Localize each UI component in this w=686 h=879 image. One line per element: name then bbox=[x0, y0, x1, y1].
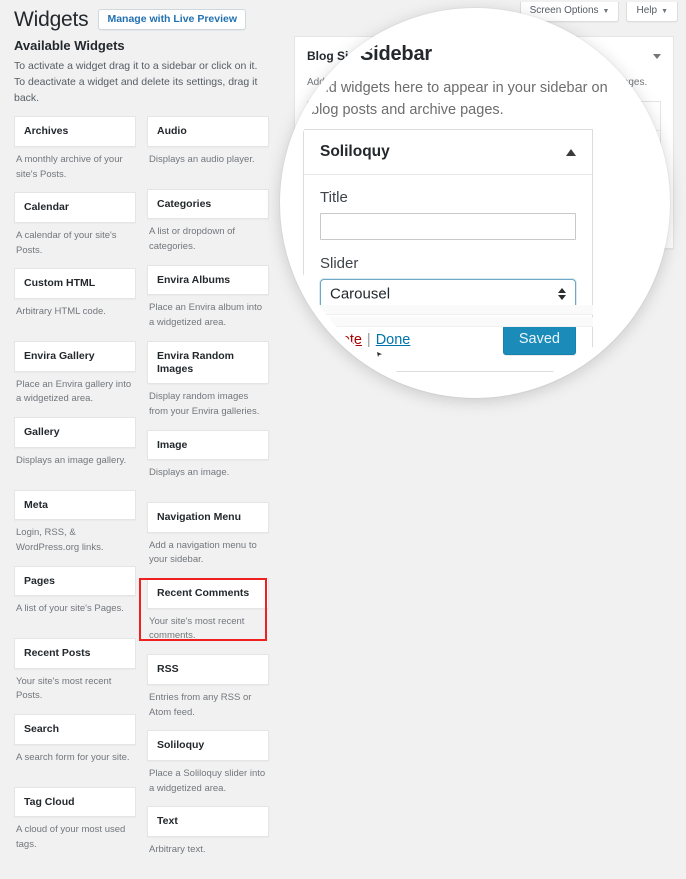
widget-card-title: Envira Gallery bbox=[14, 340, 136, 372]
widget-card-description: Displays an audio player. bbox=[149, 153, 255, 165]
widget-action-links: Delete | Done bbox=[320, 332, 410, 348]
widget-card[interactable]: Pages A list of your site's Pages. bbox=[14, 565, 136, 633]
page-header: Widgets Manage with Live Preview bbox=[14, 8, 247, 31]
links-separator: | bbox=[366, 331, 371, 348]
widget-card-title: Text bbox=[147, 806, 269, 837]
widget-card[interactable]: Envira Albums Place an Envira album into … bbox=[147, 264, 269, 335]
widget-card[interactable]: Calendar A calendar of your site's Posts. bbox=[14, 192, 136, 262]
widget-card-description: Displays an image. bbox=[149, 467, 230, 479]
widget-card[interactable]: Categories A list or dropdown of categori… bbox=[147, 188, 269, 259]
widget-card-description: A list or dropdown of categories. bbox=[149, 226, 236, 253]
magnifier-lens: Blog Sidebar Add widgets here to appear … bbox=[280, 8, 670, 398]
widget-card-description: A calendar of your site's Posts. bbox=[16, 229, 117, 256]
widget-card[interactable]: Recent Posts Your site's most recent Post… bbox=[14, 638, 136, 708]
widget-card[interactable]: Search A search form for your site. bbox=[14, 714, 136, 781]
widget-card-description: Your site's most recent Posts. bbox=[16, 675, 112, 702]
widget-card-title: RSS bbox=[147, 654, 269, 685]
widget-card-title: Pages bbox=[14, 565, 136, 597]
widget-card-description: Add a navigation menu to your sidebar. bbox=[149, 539, 257, 566]
widget-card-description: Arbitrary text. bbox=[149, 843, 206, 855]
soliloquy-widget-card: Soliloquy Title Slider Carousel Delete |… bbox=[303, 129, 593, 372]
widget-card-title: Audio bbox=[147, 116, 269, 147]
help-label: Help bbox=[636, 5, 658, 16]
magnified-blog-sidebar-description: Add widgets here to appear in your sideb… bbox=[311, 80, 608, 119]
magnified-content: Blog Sidebar Add widgets here to appear … bbox=[289, 17, 661, 389]
arrow-up-icon bbox=[558, 288, 566, 293]
widget-card-description: Displays an image gallery. bbox=[16, 454, 127, 466]
slider-select-value: Carousel bbox=[330, 285, 391, 303]
widget-card-description: Your site's most recent comments. bbox=[149, 615, 245, 642]
soliloquy-widget-actions: Delete | Done Saved bbox=[320, 325, 576, 355]
screen-options-label: Screen Options bbox=[529, 5, 599, 16]
widget-card-description: A list of your site's Pages. bbox=[16, 603, 124, 615]
widget-card-description: A monthly archive of your site's Posts. bbox=[16, 153, 123, 180]
widget-card-title: Search bbox=[14, 714, 136, 745]
sidebar-row-placeholder bbox=[303, 317, 593, 327]
widget-card-description: Place an Envira gallery into a widgetize… bbox=[16, 378, 132, 405]
widget-card-title: Image bbox=[147, 429, 269, 461]
widget-grid: Archives A monthly archive of your site's… bbox=[14, 116, 274, 879]
widget-card-title: Navigation Menu bbox=[147, 502, 269, 533]
delete-link[interactable]: Delete bbox=[320, 332, 362, 348]
done-link[interactable]: Done bbox=[376, 332, 411, 348]
available-widgets-description: To activate a widget drag it to a sideba… bbox=[14, 60, 258, 104]
widget-card-description: A search form for your site. bbox=[16, 751, 130, 763]
soliloquy-widget-header[interactable]: Soliloquy bbox=[304, 130, 592, 175]
widget-column-left: Archives A monthly archive of your site's… bbox=[14, 116, 136, 879]
arrow-down-icon bbox=[558, 295, 566, 300]
widget-card-title: Recent Posts bbox=[14, 638, 136, 669]
widget-card[interactable]: RSS Entries from any RSS or Atom feed. bbox=[147, 654, 269, 724]
widget-card[interactable]: Custom HTML Arbitrary HTML code. bbox=[14, 268, 136, 335]
widget-card-title: Gallery bbox=[14, 416, 136, 448]
widget-card[interactable]: Envira Random Images Display random image… bbox=[147, 340, 269, 424]
widget-card-title: Recent Comments bbox=[147, 578, 269, 609]
manage-with-live-preview-button[interactable]: Manage with Live Preview bbox=[98, 8, 247, 31]
widget-card[interactable]: Gallery Displays an image gallery. bbox=[14, 416, 136, 484]
soliloquy-widget-body: Title Slider Carousel Delete | Done Save… bbox=[304, 175, 592, 371]
widget-card-description: Login, RSS, & WordPress.org links. bbox=[16, 527, 104, 553]
widget-card-title: Meta bbox=[14, 489, 136, 521]
page-title: Widgets bbox=[14, 8, 89, 31]
widget-card-description: Display random images from your Envira g… bbox=[149, 391, 260, 417]
widget-card[interactable]: Tag Cloud A cloud of your most used tags. bbox=[14, 786, 136, 857]
chevron-down-icon: ▼ bbox=[661, 8, 668, 15]
widget-card[interactable]: Envira Gallery Place an Envira gallery in… bbox=[14, 340, 136, 411]
sidebar-row-placeholder bbox=[303, 305, 593, 315]
widget-card-title: Tag Cloud bbox=[14, 786, 136, 818]
widget-card[interactable]: Audio Displays an audio player. bbox=[147, 116, 269, 183]
title-input[interactable] bbox=[320, 213, 576, 240]
widget-column-right: Audio Displays an audio player. Categories… bbox=[147, 116, 269, 879]
widget-card[interactable]: Recent Comments Your site's most recent c… bbox=[147, 578, 269, 648]
widget-card[interactable]: Archives A monthly archive of your site's… bbox=[14, 116, 136, 186]
widget-card-title: Soliloquy bbox=[147, 730, 269, 761]
widget-card-title: Envira Random Images bbox=[147, 340, 269, 385]
soliloquy-widget-title: Soliloquy bbox=[320, 143, 390, 160]
saved-button[interactable]: Saved bbox=[502, 325, 576, 355]
widget-card-description: A cloud of your most used tags. bbox=[16, 824, 126, 851]
chevron-down-icon: ▼ bbox=[602, 8, 610, 15]
widget-card-description: Place an Envira album into a widgetized … bbox=[149, 302, 263, 329]
widget-card-title: Categories bbox=[147, 188, 269, 220]
widget-card-description: Entries from any RSS or Atom feed. bbox=[149, 691, 252, 718]
slider-field-label: Slider bbox=[320, 255, 359, 272]
widget-card[interactable]: Image Displays an image. bbox=[147, 429, 269, 497]
widget-card-title: Archives bbox=[14, 116, 136, 147]
magnified-blog-sidebar-header: Blog Sidebar bbox=[311, 43, 661, 66]
title-field-label: Title bbox=[320, 189, 348, 206]
available-widgets-section: Available Widgets To activate a widget d… bbox=[14, 38, 274, 879]
chevron-up-icon[interactable] bbox=[566, 148, 576, 156]
widget-card[interactable]: Navigation Menu Add a navigation menu to … bbox=[147, 502, 269, 572]
widget-card-title: Custom HTML bbox=[14, 268, 136, 299]
widget-card[interactable]: Soliloquy Place a Soliloquy slider into a… bbox=[147, 730, 269, 800]
widget-card[interactable]: Text Arbitrary text. bbox=[147, 806, 269, 873]
magnified-blog-sidebar-title: Blog Sidebar bbox=[311, 43, 432, 65]
available-widgets-title: Available Widgets bbox=[14, 38, 125, 53]
stepper-arrows-icon[interactable] bbox=[558, 288, 566, 300]
widget-card-description: Place a Soliloquy slider into a widgetiz… bbox=[149, 767, 266, 794]
widget-card-description: Arbitrary HTML code. bbox=[16, 305, 106, 317]
widget-card-title: Envira Albums bbox=[147, 264, 269, 296]
widget-card[interactable]: Meta Login, RSS, & WordPress.org links. bbox=[14, 489, 136, 560]
widget-card-title: Calendar bbox=[14, 192, 136, 223]
